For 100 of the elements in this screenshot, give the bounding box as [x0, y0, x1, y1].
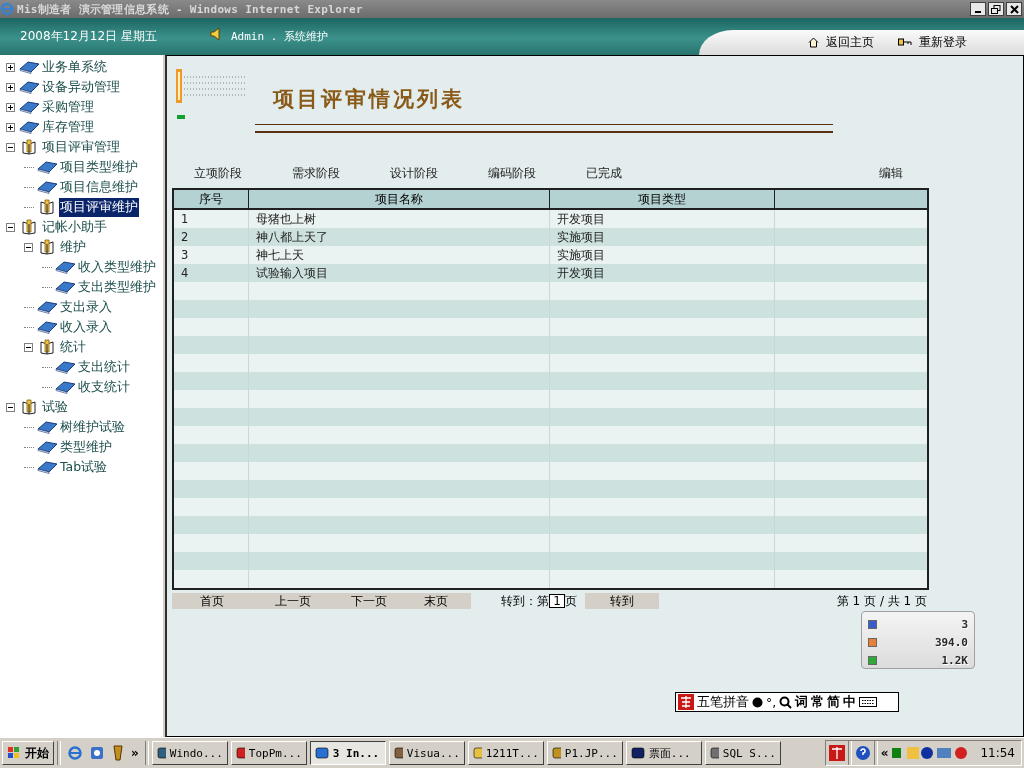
search-icon [779, 695, 793, 709]
tree-item[interactable]: 设备异动管理 [41, 77, 121, 97]
expand-toggle[interactable] [6, 122, 15, 132]
expand-toggle[interactable] [6, 222, 15, 232]
taskbar-button[interactable]: TopPm... [230, 741, 307, 765]
book-icon [36, 160, 58, 174]
table-cell: 实施项目 [549, 246, 774, 264]
book-icon [18, 60, 40, 74]
column-header: 项目名称 [248, 189, 549, 209]
monitor-value: 394.0 [934, 635, 968, 649]
tree-item[interactable]: 统计 [59, 337, 87, 357]
book-icon [36, 320, 58, 334]
stage-link[interactable]: 编码阶段 [488, 164, 586, 182]
book-icon [54, 260, 76, 274]
stage-link[interactable]: 需求阶段 [292, 164, 390, 182]
taskbar-button[interactable]: 票面... [625, 741, 702, 765]
mode-toggle[interactable]: 中 [843, 693, 857, 711]
mode-toggle[interactable]: 简 [827, 693, 841, 711]
clock: 11:54 [980, 746, 1015, 760]
close-button[interactable] [1006, 2, 1022, 16]
taskbar-button[interactable]: P1.JP... [546, 741, 623, 765]
tree-item[interactable]: 收支统计 [77, 377, 131, 397]
stage-link[interactable]: 立项阶段 [194, 164, 292, 182]
mode-toggle[interactable]: 常 [811, 693, 825, 711]
table-cell: 2 [173, 228, 248, 246]
desktop-icon[interactable] [89, 745, 105, 761]
expand-toggle[interactable] [6, 82, 15, 92]
tree-item[interactable]: 支出录入 [59, 297, 113, 317]
restore-icon [991, 4, 1001, 14]
tree-item[interactable]: 树维护试验 [59, 417, 126, 437]
table-cell: 实施项目 [549, 228, 774, 246]
tree-item[interactable]: 库存管理 [41, 117, 95, 137]
stage-link[interactable]: 设计阶段 [390, 164, 488, 182]
speaker-icon [209, 27, 222, 41]
tree-item[interactable]: 维护 [59, 237, 87, 257]
expand-toggle[interactable] [6, 402, 15, 412]
table-cell: 试验输入项目 [248, 264, 549, 282]
tray-toggle[interactable]: « [880, 746, 889, 760]
tree-item[interactable]: 类型维护 [59, 437, 113, 457]
book-icon [36, 300, 58, 314]
tree-item[interactable]: 支出类型维护 [77, 277, 157, 297]
edit-link[interactable]: 编辑 [879, 164, 903, 182]
first-page-link[interactable]: 首页 [172, 592, 252, 610]
date-label: 2008年12月12日 星期五 [20, 28, 157, 45]
expand-toggle[interactable] [6, 102, 15, 112]
open-book-icon [39, 199, 55, 215]
login-link[interactable]: 重新登录 [894, 32, 971, 53]
book-icon [36, 440, 58, 454]
help-icon[interactable] [854, 745, 871, 761]
next-page-link[interactable]: 下一页 [334, 592, 404, 610]
page-unit-label: 页 [565, 592, 577, 610]
more-button[interactable]: » [131, 746, 139, 760]
open-book-icon [21, 399, 37, 415]
tree-item[interactable]: 收入录入 [59, 317, 113, 337]
minimize-button[interactable] [970, 2, 986, 16]
table-cell: 神八都上天了 [248, 228, 549, 246]
expand-toggle[interactable] [24, 342, 33, 352]
windows-logo-icon [7, 746, 21, 760]
tree-item[interactable]: 试验 [41, 397, 69, 417]
seal-icon[interactable] [828, 745, 845, 761]
restore-button[interactable] [988, 2, 1004, 16]
input-method-name: 五笔拼音 [697, 693, 749, 711]
full-width-icon [752, 696, 763, 708]
taskbar-button[interactable]: Windo... [151, 741, 228, 765]
start-button[interactable]: 开始 [2, 741, 54, 765]
tree-item[interactable]: 支出统计 [77, 357, 131, 377]
taskbar-button[interactable]: 3 In... [309, 741, 386, 765]
tree-item[interactable]: 项目评审维护 [59, 197, 139, 217]
tree-item[interactable]: 采购管理 [41, 97, 95, 117]
book-icon [54, 380, 76, 394]
expand-toggle[interactable] [6, 142, 15, 152]
tree-item[interactable]: 项目评审管理 [41, 137, 121, 157]
tree-item[interactable]: 项目类型维护 [59, 157, 139, 177]
last-page-link[interactable]: 末页 [404, 592, 468, 610]
mode-toggle[interactable]: 词 [795, 693, 809, 711]
table-cell: 4 [173, 264, 248, 282]
tree-item[interactable]: Tab试验 [59, 457, 109, 477]
tree-item[interactable]: 项目信息维护 [59, 177, 139, 197]
taskbar-button[interactable]: SQL S... [704, 741, 781, 765]
previous-page-link[interactable]: 上一页 [252, 592, 334, 610]
expand-toggle[interactable] [6, 62, 15, 72]
monitor-value: 3 [961, 617, 968, 631]
punctuation-label: °, [766, 694, 777, 710]
monitor-value: 1.2K [941, 653, 968, 667]
book-icon [54, 360, 76, 374]
page-field[interactable]: 1 [549, 594, 565, 608]
book-icon [36, 460, 58, 474]
taskbar-button[interactable]: Visua... [388, 741, 465, 765]
expand-toggle[interactable] [24, 242, 33, 252]
user-label: Admin . 系统维护 [230, 29, 328, 44]
tree-item[interactable]: 记帐小助手 [41, 217, 108, 237]
book-icon [54, 280, 76, 294]
key-icon [898, 38, 912, 47]
stage-link[interactable]: 已完成 [586, 164, 684, 182]
open-book-icon [21, 219, 37, 235]
tree-item[interactable]: 收入类型维护 [77, 257, 157, 277]
home-link[interactable]: 返回主页 [804, 32, 878, 53]
page-status: 第 1 页 / 共 1 页 [836, 592, 927, 610]
tree-item[interactable]: 业务单系统 [41, 57, 108, 77]
taskbar-button[interactable]: 1211T... [467, 741, 544, 765]
